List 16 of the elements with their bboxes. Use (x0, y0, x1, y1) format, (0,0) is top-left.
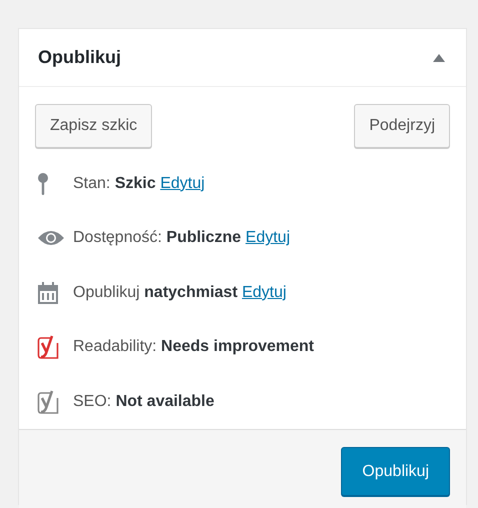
publish-button[interactable]: Opublikuj (341, 447, 450, 496)
publish-time-text: Opublikuj natychmiast Edytuj (73, 284, 286, 302)
eye-icon (37, 230, 65, 246)
save-draft-button[interactable]: Zapisz szkic (35, 104, 152, 148)
pin-icon (37, 172, 49, 194)
collapse-icon[interactable] (433, 54, 445, 62)
panel-title: Opublikuj (38, 47, 121, 68)
score-text: SEO: Not available (73, 392, 214, 411)
edit-link[interactable]: Edytuj (160, 174, 205, 192)
edit-link[interactable]: Edytuj (242, 284, 286, 301)
preview-button[interactable]: Podejrzyj (354, 104, 450, 148)
status-text: Stan: Szkic Edytuj (73, 174, 205, 192)
score-text: Readability: Needs improvement (73, 338, 314, 356)
visibility-text: Dostępność: Publiczne Edytuj (73, 229, 290, 248)
calendar-icon (37, 282, 59, 304)
edit-link[interactable]: Edytuj (246, 229, 290, 246)
